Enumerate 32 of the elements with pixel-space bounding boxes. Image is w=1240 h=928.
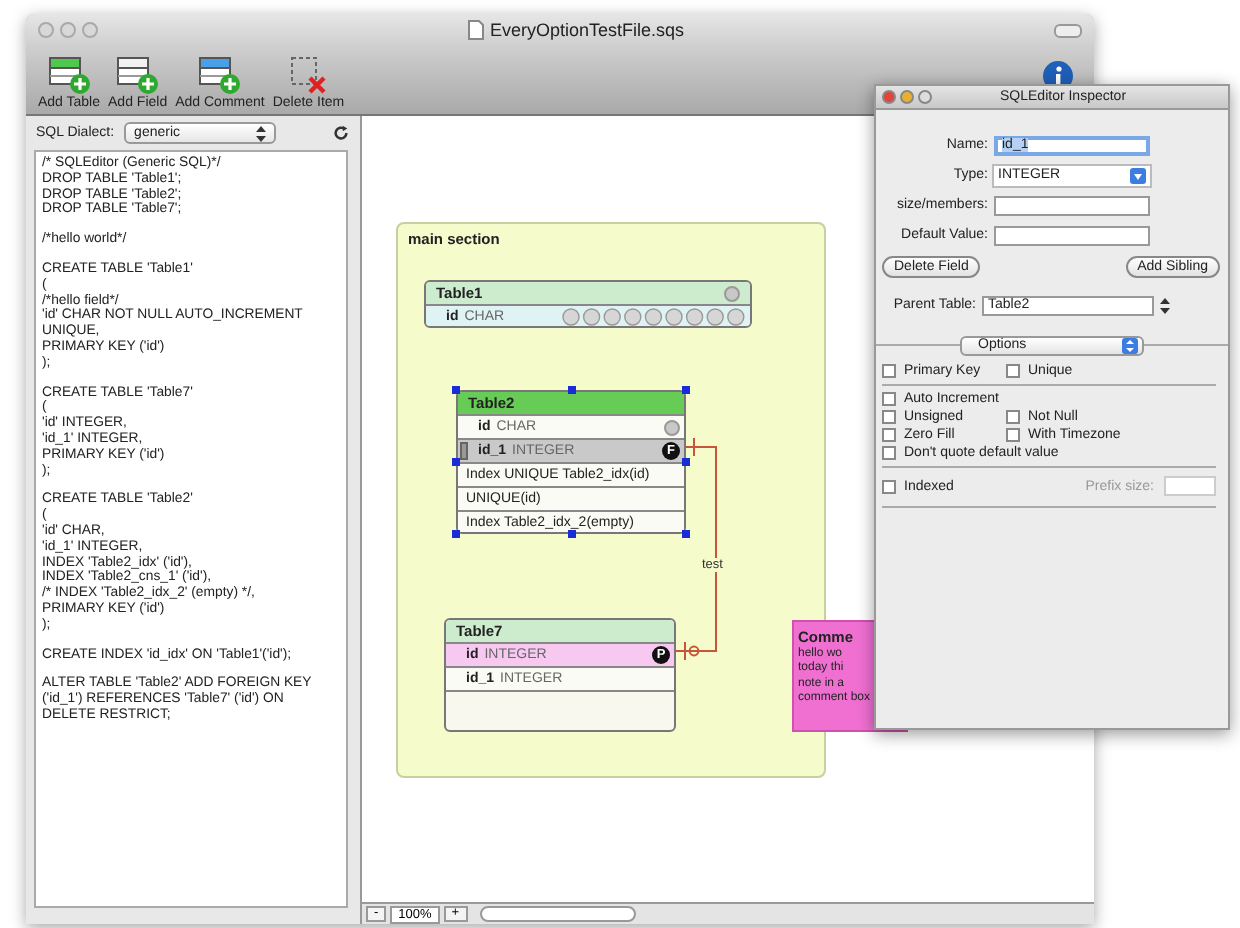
- help-icon[interactable]: [724, 285, 740, 301]
- resize-handle[interactable]: [567, 530, 575, 538]
- dropdown-arrow-icon: [1130, 167, 1146, 183]
- help-icon[interactable]: [664, 419, 680, 435]
- document-icon: [467, 20, 484, 40]
- field-option-icons[interactable]: [562, 308, 746, 326]
- note-add-icon: [197, 56, 242, 96]
- resize-handle[interactable]: [452, 458, 460, 466]
- close-icon[interactable]: [882, 90, 896, 104]
- zoom-icon[interactable]: [918, 90, 932, 104]
- resize-handle[interactable]: [452, 530, 460, 538]
- refresh-icon[interactable]: [332, 124, 350, 142]
- sql-text-area[interactable]: [34, 150, 348, 908]
- minimize-icon[interactable]: [900, 90, 914, 104]
- resize-handle[interactable]: [682, 458, 690, 466]
- dropdown-arrow-icon: [1122, 337, 1138, 353]
- stepper-icon: [256, 125, 267, 141]
- resize-handle[interactable]: [567, 386, 575, 394]
- delete-icon: [286, 56, 331, 96]
- drag-grip-icon[interactable]: [460, 442, 468, 460]
- text-field[interactable]: [994, 225, 1150, 245]
- prefix-size-field[interactable]: [1164, 476, 1216, 496]
- resize-handle[interactable]: [452, 386, 460, 394]
- toolbar-pill-button[interactable]: [1054, 23, 1082, 37]
- stepper-icon: [1160, 297, 1170, 313]
- resize-handle[interactable]: [682, 386, 690, 394]
- table-add-icon: [115, 56, 160, 96]
- resize-handle[interactable]: [682, 530, 690, 538]
- scrollbar[interactable]: [479, 906, 636, 922]
- table-add-icon: [47, 56, 91, 96]
- window-title: EveryOptionTestFile.sqs: [489, 20, 685, 40]
- text-field[interactable]: [994, 195, 1150, 215]
